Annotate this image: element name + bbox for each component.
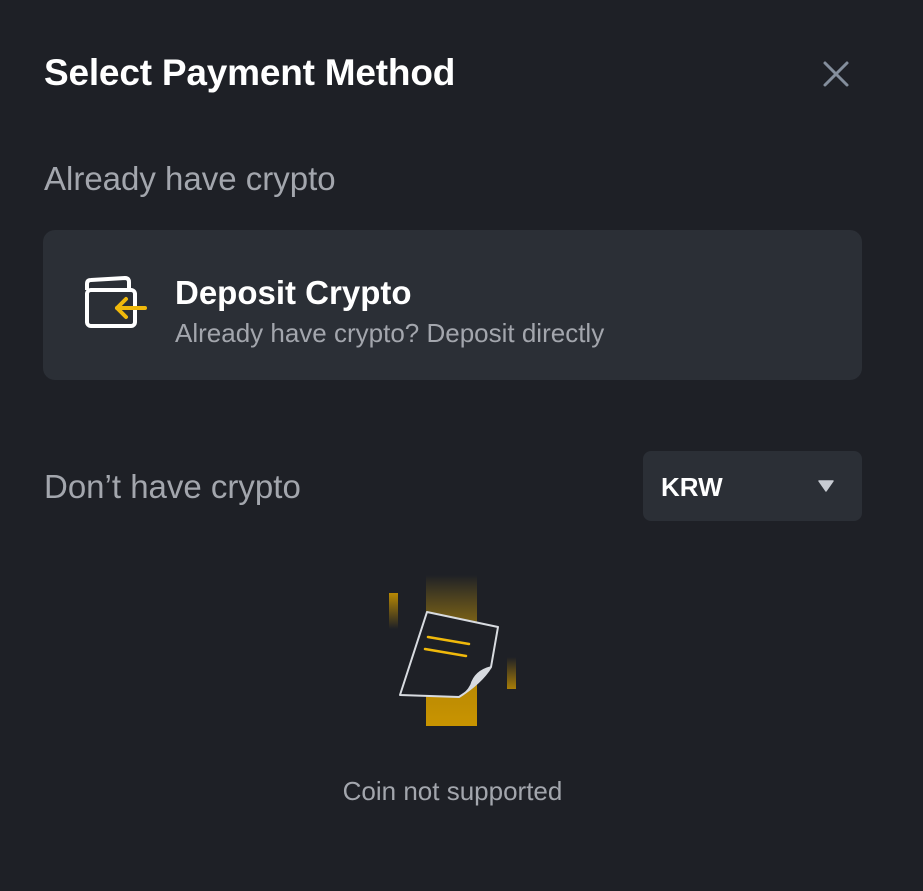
no-data-illustration	[389, 575, 516, 726]
currency-select-value: KRW	[661, 472, 723, 502]
currency-select[interactable]: KRW	[643, 451, 862, 521]
coin-not-supported-message: Coin not supported	[342, 776, 563, 806]
deposit-crypto-option[interactable]: Deposit Crypto Already have crypto? Depo…	[43, 230, 862, 380]
close-button[interactable]	[817, 55, 855, 93]
deposit-crypto-subtitle: Already have crypto? Deposit directly	[175, 318, 605, 348]
modal-title: Select Payment Method	[44, 52, 456, 93]
payment-method-modal: Select Payment Method Already have crypt…	[0, 0, 923, 891]
deposit-crypto-title: Deposit Crypto	[175, 274, 412, 311]
wallet-deposit-icon	[85, 276, 147, 328]
already-have-crypto-label: Already have crypto	[44, 160, 336, 197]
caret-down-icon	[818, 480, 834, 492]
dont-have-crypto-label: Don’t have crypto	[44, 468, 301, 505]
close-icon	[823, 61, 849, 87]
